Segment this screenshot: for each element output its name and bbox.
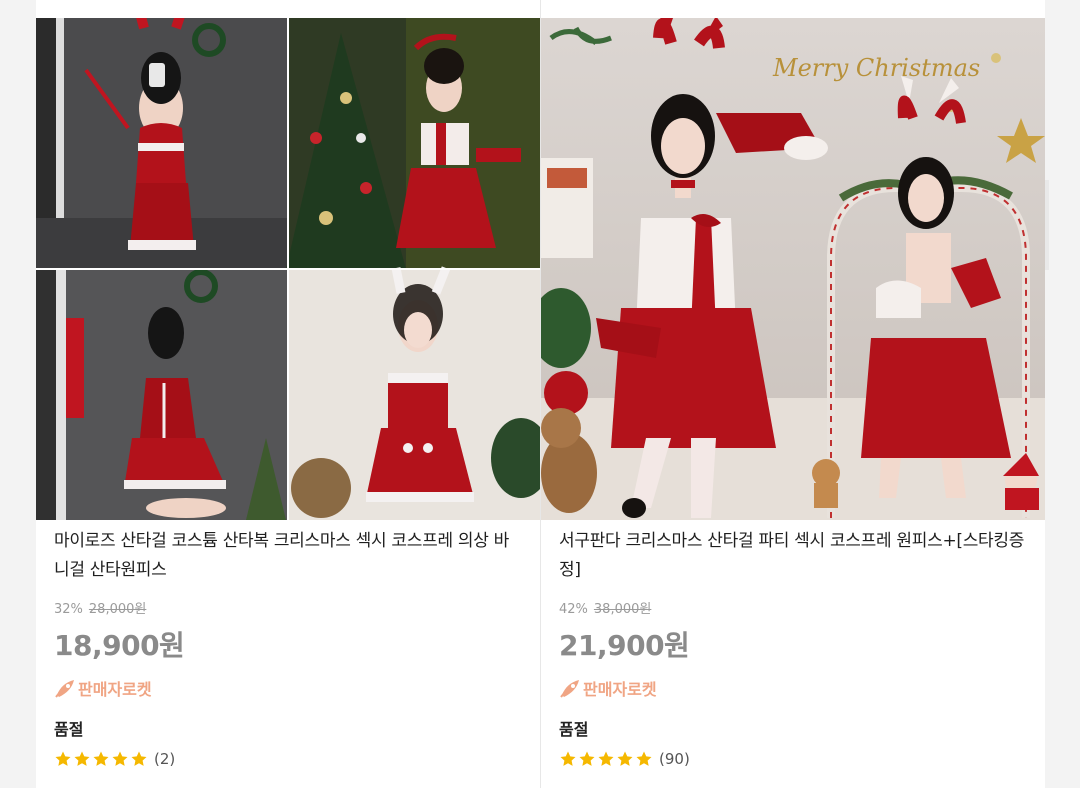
stock-status: 품절 [54, 720, 84, 739]
product-card[interactable]: 마이로즈 산타걸 코스튬 산타복 크리스마스 섹시 코스프레 의상 바니걸 산타… [36, 0, 540, 788]
scroll-edge [1045, 180, 1049, 270]
star-icon [112, 751, 128, 766]
rating-stars [54, 750, 148, 768]
review-count: (2) [154, 750, 176, 768]
delivery-badge: 판매자로켓 [559, 676, 657, 700]
product-image[interactable]: Merry Christmas [541, 18, 1045, 520]
star-icon [560, 751, 576, 766]
sale-price: 18,900원 [54, 629, 185, 662]
product-card[interactable]: Merry Christmas 서구판다 크리스마스 산타걸 파티 섹시 코스프… [541, 0, 1045, 788]
card-top-strip [541, 0, 1045, 18]
original-price: 28,000원 [88, 602, 147, 617]
sale-price: 21,900원 [559, 629, 690, 662]
product-title[interactable]: 서구판다 크리스마스 산타걸 파티 섹시 코스프레 원피스+[스타킹증정] [559, 527, 1029, 585]
rating: (90) [559, 750, 690, 768]
rocket-icon [54, 678, 76, 698]
star-icon [598, 751, 614, 766]
discount-percent: 32% [54, 602, 83, 617]
star-icon [579, 751, 595, 766]
review-count: (90) [659, 750, 690, 768]
star-icon [617, 751, 633, 766]
product-image[interactable] [36, 18, 540, 520]
star-icon [55, 751, 71, 766]
stock-status: 품절 [559, 720, 589, 739]
delivery-badge: 판매자로켓 [54, 676, 152, 700]
rating-stars [559, 750, 653, 768]
merry-christmas-lettering: Merry Christmas [772, 54, 980, 82]
discount-percent: 42% [559, 602, 588, 617]
star-icon [74, 751, 90, 766]
delivery-badge-label: 판매자로켓 [78, 680, 152, 699]
star-icon [636, 751, 652, 766]
product-title[interactable]: 마이로즈 산타걸 코스튬 산타복 크리스마스 섹시 코스프레 의상 바니걸 산타… [54, 527, 524, 585]
rating: (2) [54, 750, 175, 768]
star-icon [131, 751, 147, 766]
product-grid: 마이로즈 산타걸 코스튬 산타복 크리스마스 섹시 코스프레 의상 바니걸 산타… [0, 0, 1080, 788]
card-top-strip [36, 0, 540, 18]
discount-row: 32% 28,000원 [54, 598, 146, 617]
rocket-icon [559, 678, 581, 698]
star-icon [93, 751, 109, 766]
original-price: 38,000원 [593, 602, 652, 617]
delivery-badge-label: 판매자로켓 [583, 680, 657, 699]
discount-row: 42% 38,000원 [559, 598, 651, 617]
